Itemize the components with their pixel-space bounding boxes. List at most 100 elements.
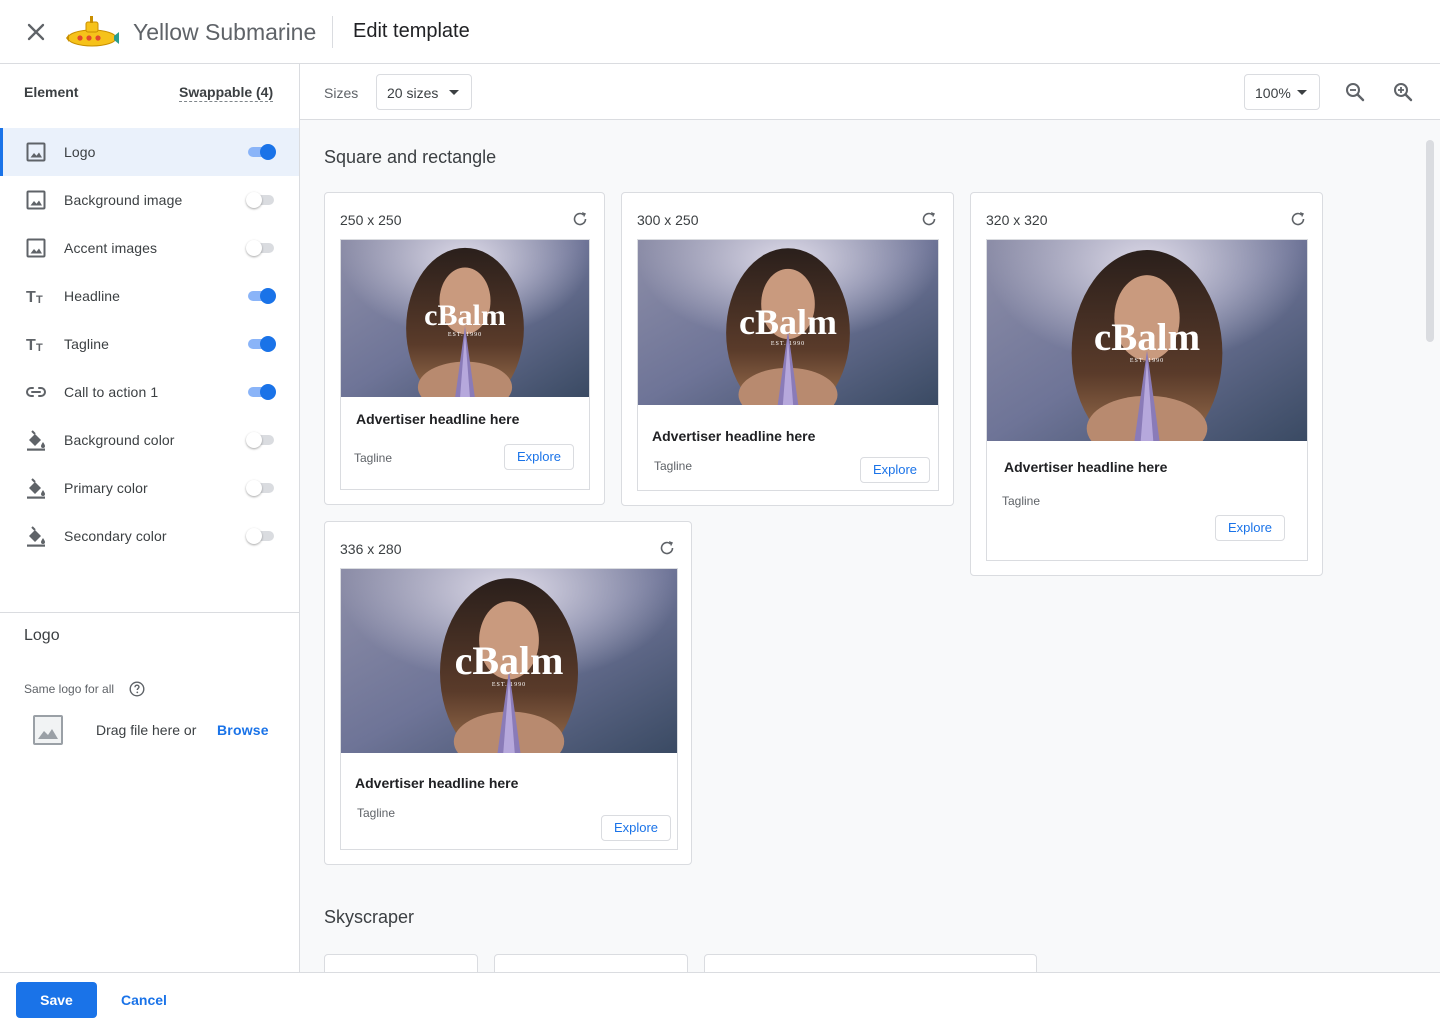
image-icon (26, 190, 46, 210)
element-toggle[interactable] (246, 336, 276, 352)
ad-logo-text: cBalm (739, 302, 837, 342)
ad-headline: Advertiser headline here (1004, 459, 1168, 475)
element-toggle[interactable] (246, 288, 276, 304)
sidebar-element-call-to-action-1[interactable]: Call to action 1 (0, 368, 299, 416)
svg-text:T: T (26, 337, 36, 354)
element-sidebar: Element Swappable (4) Logo Background ima… (0, 64, 300, 972)
header-divider (332, 16, 333, 48)
ad-headline: Advertiser headline here (355, 775, 519, 791)
ad-image: cBalm EST. 1990 (341, 569, 677, 753)
svg-text:T: T (26, 289, 36, 306)
tab-swappable[interactable]: Swappable (4) (179, 84, 274, 102)
element-label: Logo (64, 144, 96, 160)
element-label: Secondary color (64, 528, 167, 544)
skyscraper-card (704, 954, 1037, 972)
toggle-knob (260, 336, 276, 352)
zoom-dropdown[interactable]: 100% (1244, 74, 1320, 110)
preview-canvas: Square and rectangle Skyscraper 250 x 25… (300, 120, 1440, 972)
help-icon[interactable] (129, 681, 145, 697)
element-label: Call to action 1 (64, 384, 159, 400)
refresh-icon[interactable] (657, 538, 677, 558)
element-toggle[interactable] (246, 384, 276, 400)
element-toggle[interactable] (246, 432, 276, 448)
ad-size-label: 336 x 280 (340, 541, 402, 557)
link-icon (26, 387, 46, 397)
section-title-skyscraper: Skyscraper (324, 907, 415, 927)
ad-logo-subtext: EST. 1990 (770, 341, 806, 347)
ad-preview[interactable]: cBalm EST. 1990 Advertiser headline here Ta… (340, 239, 590, 490)
footer-bar: Save Cancel (0, 972, 1440, 1024)
save-button[interactable]: Save (16, 982, 97, 1018)
element-toggle[interactable] (246, 480, 276, 496)
ad-cta-button[interactable]: Explore (860, 457, 930, 483)
zoom-in-icon[interactable] (1391, 80, 1415, 104)
ad-tagline: Tagline (1002, 494, 1041, 508)
cancel-button[interactable]: Cancel (121, 992, 167, 1008)
svg-text:T: T (36, 294, 43, 306)
ad-logo-subtext: EST. 1990 (1129, 358, 1165, 364)
browse-link[interactable]: Browse (217, 722, 269, 738)
ad-headline: Advertiser headline here (356, 411, 520, 427)
sizes-dropdown[interactable]: 20 sizes (376, 74, 472, 110)
element-toggle[interactable] (246, 144, 276, 160)
refresh-icon[interactable] (919, 209, 939, 229)
ad-size-label: 320 x 320 (986, 212, 1048, 228)
ad-cta-button[interactable]: Explore (1215, 515, 1285, 541)
chevron-down-icon (449, 90, 459, 95)
toggle-knob (246, 432, 262, 448)
sidebar-divider (0, 612, 299, 613)
element-toggle[interactable] (246, 240, 276, 256)
ad-size-label: 300 x 250 (637, 212, 699, 228)
toggle-knob (260, 384, 276, 400)
paint-bucket-icon (27, 478, 45, 499)
ad-preview-card: 250 x 250 cBalm EST. 1990 Advertiser headli… (324, 192, 605, 505)
sidebar-element-tagline[interactable]: T T Tagline (0, 320, 299, 368)
skyscraper-card (324, 954, 478, 972)
element-toggle[interactable] (246, 192, 276, 208)
element-toggle[interactable] (246, 528, 276, 544)
element-label: Background image (64, 192, 183, 208)
sidebar-element-accent-images[interactable]: Accent images (0, 224, 299, 272)
image-icon (26, 142, 46, 162)
ad-image: cBalm EST. 1990 (341, 240, 589, 397)
ad-cta-button[interactable]: Explore (601, 815, 671, 841)
canvas-scrollbar[interactable] (1426, 140, 1434, 342)
ad-logo-subtext: EST. 1990 (491, 682, 527, 688)
ad-preview[interactable]: cBalm EST. 1990 Advertiser headline here Ta… (340, 568, 678, 850)
sidebar-element-headline[interactable]: T T Headline (0, 272, 299, 320)
zoom-out-icon[interactable] (1343, 80, 1367, 104)
svg-text:T: T (36, 342, 43, 354)
sizes-dropdown-value: 20 sizes (387, 85, 439, 101)
element-label: Tagline (64, 336, 110, 352)
refresh-icon[interactable] (570, 209, 590, 229)
ad-cta-button[interactable]: Explore (504, 444, 574, 470)
paint-bucket-icon (27, 526, 45, 547)
sizes-label: Sizes (324, 85, 359, 101)
page-title: Edit template (353, 20, 470, 42)
toggle-knob (246, 240, 262, 256)
section-title-square: Square and rectangle (324, 147, 497, 167)
ad-preview[interactable]: cBalm EST. 1990 Advertiser headline here Ta… (637, 239, 939, 491)
ad-preview-card: 320 x 320 cBalm EST. 1990 Advertiser headli… (970, 192, 1323, 576)
app-header: Yellow Submarine Edit template (0, 0, 1440, 64)
sidebar-element-logo[interactable]: Logo (0, 128, 299, 176)
ad-image: cBalm EST. 1990 (638, 240, 938, 405)
zoom-dropdown-value: 100% (1255, 85, 1291, 101)
toggle-knob (260, 288, 276, 304)
tab-element[interactable]: Element (24, 84, 78, 100)
refresh-icon[interactable] (1288, 209, 1308, 229)
close-icon[interactable] (22, 18, 50, 46)
ad-tagline: Tagline (354, 451, 393, 465)
chevron-down-icon (1297, 90, 1307, 95)
ad-preview[interactable]: cBalm EST. 1990 Advertiser headline here Ta… (986, 239, 1308, 561)
sidebar-element-secondary-color[interactable]: Secondary color (0, 512, 299, 560)
skyscraper-card (494, 954, 688, 972)
ad-size-label: 250 x 250 (340, 212, 402, 228)
ad-preview-card: 300 x 250 cBalm EST. 1990 Advertiser headli… (621, 192, 954, 506)
sidebar-element-background-color[interactable]: Background color (0, 416, 299, 464)
sidebar-element-primary-color[interactable]: Primary color (0, 464, 299, 512)
toggle-knob (246, 192, 262, 208)
sidebar-element-background-image[interactable]: Background image (0, 176, 299, 224)
element-label: Accent images (64, 240, 158, 256)
advertiser-name: Yellow Submarine (133, 19, 317, 45)
